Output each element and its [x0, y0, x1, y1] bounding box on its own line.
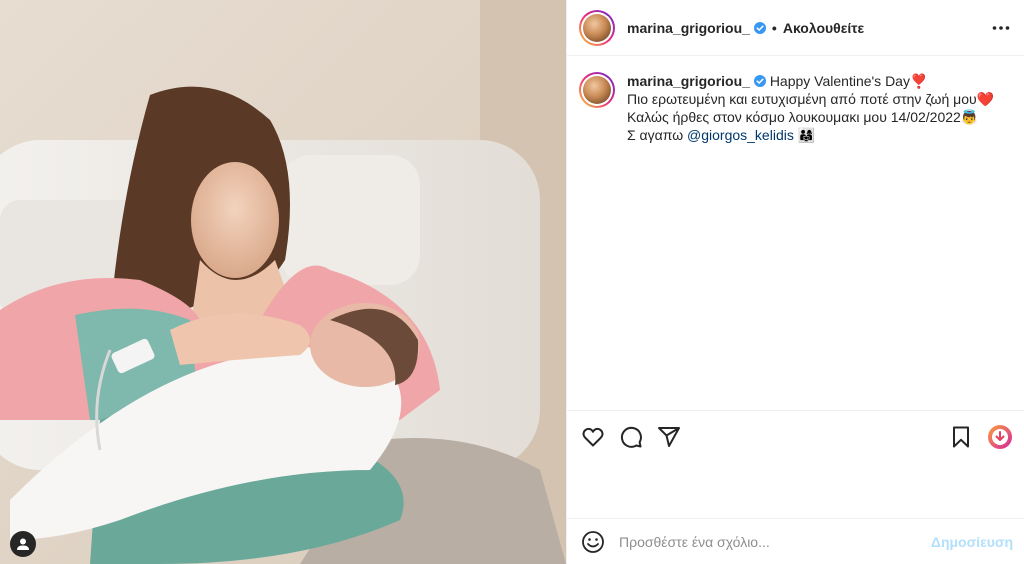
caption-line-2: Πιο ερωτευμένη και ευτυχισμένη από ποτέ … — [627, 91, 995, 107]
header-username[interactable]: marina_grigoriou_ — [627, 20, 750, 36]
more-options-icon[interactable] — [991, 18, 1011, 38]
action-bar — [567, 410, 1024, 462]
verified-badge-icon — [753, 75, 766, 87]
caption-username[interactable]: marina_grigoriou_ — [627, 73, 750, 89]
comment-bar: Δημοσίευση — [567, 518, 1024, 564]
caption-line-4: Σ αγαπω @giorgos_kelidis 👨‍👩‍👧 — [627, 126, 997, 144]
separator-dot: • — [771, 19, 777, 36]
caption-love-text: Σ αγαπω — [627, 127, 688, 143]
post-details-pane: marina_grigoriou_ • Ακολουθείτε marina_g… — [566, 0, 1024, 564]
smiley-icon[interactable] — [581, 530, 605, 554]
caption: marina_grigoriou_ Happy Valentine's Day❣… — [579, 72, 1009, 144]
avatar-image — [583, 13, 611, 42]
comment-input[interactable] — [619, 533, 919, 550]
post-comment-button[interactable]: Δημοσίευση — [931, 534, 1013, 550]
download-extension-icon[interactable] — [987, 424, 1013, 450]
user-tag-button[interactable] — [10, 531, 36, 557]
caption-text: marina_grigoriou_ Happy Valentine's Day❣… — [627, 72, 997, 144]
comment-bubble-icon[interactable] — [619, 425, 643, 449]
bookmark-icon[interactable] — [949, 425, 973, 449]
post-header: marina_grigoriou_ • Ακολουθείτε — [567, 0, 1024, 56]
avatar[interactable] — [579, 9, 615, 46]
caption-avatar[interactable] — [579, 72, 615, 108]
caption-line-3: Καλώς ήρθες στον κόσμο λουκουμακι μου 14… — [627, 109, 979, 125]
user-tag-icon — [17, 538, 29, 550]
verified-badge-icon — [753, 21, 766, 34]
heart-icon[interactable] — [581, 425, 605, 449]
mention-link[interactable]: @giorgos_kelidis — [687, 127, 794, 143]
paper-plane-icon[interactable] — [657, 425, 681, 449]
following-button[interactable]: Ακολουθείτε — [783, 20, 864, 36]
photo-image — [0, 0, 566, 564]
post-photo[interactable] — [0, 0, 566, 564]
caption-family-emoji: 👨‍👩‍👧 — [793, 127, 816, 143]
caption-line-1: Happy Valentine's Day❣️ — [769, 73, 928, 89]
avatar-image — [583, 76, 611, 104]
